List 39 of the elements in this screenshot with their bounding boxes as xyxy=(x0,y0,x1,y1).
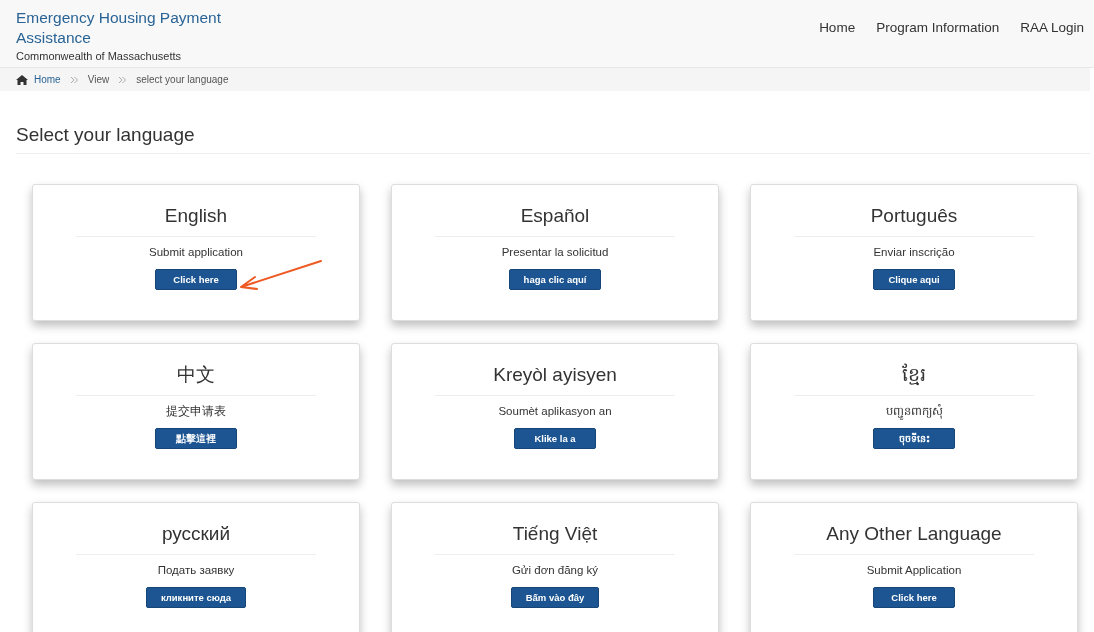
language-name: Português xyxy=(870,204,958,228)
home-icon xyxy=(16,74,28,85)
nav-link[interactable]: Home xyxy=(819,20,856,67)
breadcrumb-link[interactable]: Home xyxy=(34,74,61,85)
action-text: Enviar inscrição xyxy=(873,245,955,260)
language-name: Any Other Language xyxy=(826,522,1002,546)
action-text: Presentar la solicitud xyxy=(501,245,609,260)
breadcrumb-item: select your language xyxy=(136,74,229,85)
site-subtitle: Commonwealth of Massachusetts xyxy=(16,50,183,62)
breadcrumb-item: View xyxy=(87,74,110,85)
site-title[interactable]: Emergency Housing Payment Assistance xyxy=(16,8,276,48)
select-button[interactable]: Click here xyxy=(155,269,237,290)
language-name: Tiếng Việt xyxy=(512,522,598,546)
select-button[interactable]: кликните сюда xyxy=(145,587,247,608)
language-name: Kreyòl ayisyen xyxy=(493,363,617,387)
nav-link[interactable]: RAA Login xyxy=(1020,20,1084,67)
language-name: Español xyxy=(520,204,590,228)
select-button[interactable]: 點擊這裡 xyxy=(155,428,237,449)
language-name: ខ្មែរ xyxy=(902,363,926,387)
action-text: បញ្ជូនពាក្យសុំ xyxy=(885,404,943,419)
action-text: Gửi đơn đăng ký xyxy=(511,563,599,578)
action-text: Submit application xyxy=(149,245,243,260)
select-button[interactable]: ចុចទីនេះ xyxy=(873,428,955,449)
action-text: Soumèt aplikasyon an xyxy=(498,404,612,419)
action-text: Submit Application xyxy=(866,563,962,578)
language-name: русский xyxy=(161,522,231,546)
select-button[interactable]: Bấm vào đây xyxy=(510,587,600,608)
chevron-icon xyxy=(119,76,127,83)
action-text: Подать заявку xyxy=(157,563,235,578)
page-heading: Select your language xyxy=(16,124,1090,154)
select-button[interactable]: Klike la a xyxy=(514,428,596,449)
language-name: English xyxy=(164,204,228,228)
nav-link[interactable]: Program Information xyxy=(876,20,1000,67)
chevron-icon xyxy=(70,76,78,83)
select-button[interactable]: haga clic aquí xyxy=(508,269,602,290)
select-button[interactable]: Click here xyxy=(873,587,955,608)
action-text: 提交申请表 xyxy=(166,404,226,419)
select-button[interactable]: Clique aqui xyxy=(873,269,955,290)
language-name: 中文 xyxy=(177,363,215,387)
